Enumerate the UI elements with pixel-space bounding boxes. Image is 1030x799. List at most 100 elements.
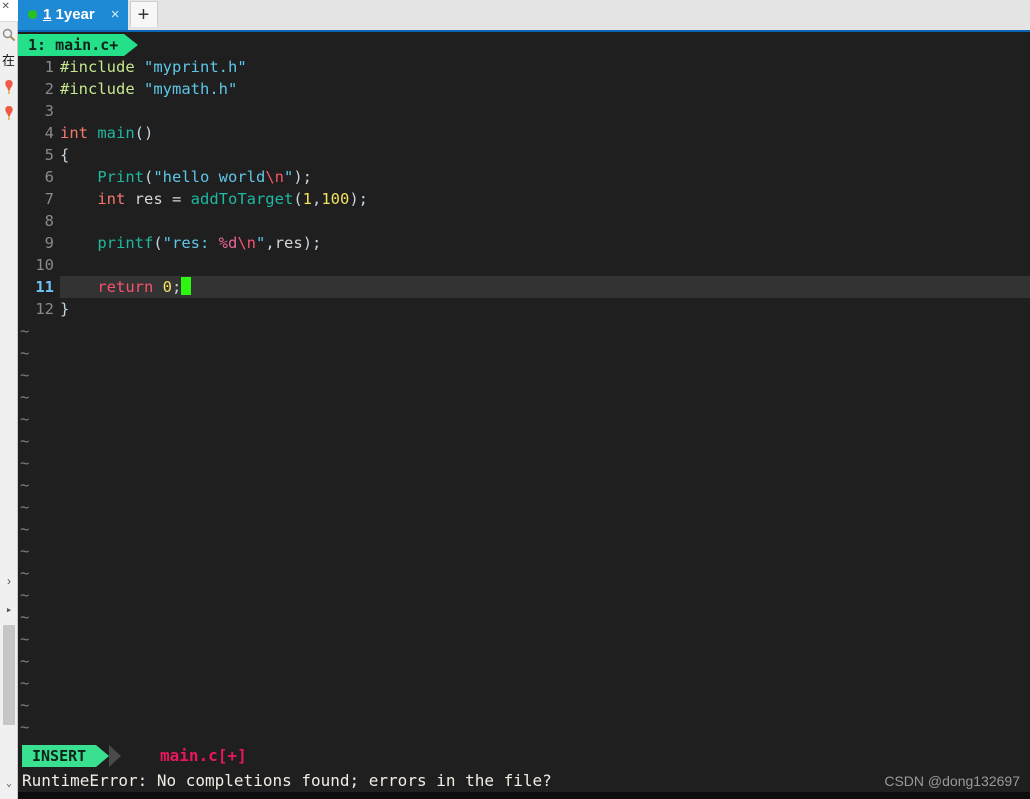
code-line[interactable]: 10 — [18, 254, 1030, 276]
tab-status-dot — [28, 9, 37, 19]
code-token: ( — [144, 168, 154, 186]
code-line[interactable]: 12} — [18, 298, 1030, 320]
code-token: printf — [97, 234, 154, 252]
tab-label: 1year — [55, 5, 95, 23]
pin-icon-2[interactable] — [0, 100, 18, 126]
code-token: ); — [349, 190, 369, 208]
code-line[interactable]: 3 — [18, 100, 1030, 122]
line-content: printf("res: %d\n",res); — [60, 234, 321, 252]
browser-tab-bar: 1 1year × + — [18, 0, 1030, 32]
line-number: 1 — [44, 58, 54, 76]
code-line[interactable]: 4 int main() — [18, 122, 1030, 144]
code-token: 0 — [162, 278, 173, 296]
rail-scrollbar-thumb[interactable] — [3, 625, 15, 725]
code-token: Print — [97, 168, 144, 186]
mode-badge-insert: INSERT — [22, 745, 97, 767]
empty-line-marker: ~ — [20, 498, 30, 516]
empty-line-marker: ~ — [20, 366, 30, 384]
empty-line-marker: ~ — [20, 432, 30, 450]
tab-1year[interactable]: 1 1year × — [18, 0, 128, 30]
code-token: "hello world — [153, 168, 266, 186]
line-content: return 0; — [60, 277, 192, 296]
empty-line-markers: ~ ~ ~ ~ ~ ~ ~ ~ ~ ~ ~ ~ ~ ~ ~ ~ ~ ~ ~ — [18, 320, 1030, 738]
cjk-glyph: 在 — [1, 53, 15, 69]
code-token: () — [134, 124, 154, 142]
line-number: 7 — [44, 190, 54, 208]
line-content: Print("hello world\n"); — [60, 168, 312, 186]
rail-close-area[interactable]: ✕ — [0, 0, 18, 22]
cjk-character-icon[interactable]: 在 — [0, 48, 18, 74]
code-token: ); — [293, 168, 313, 186]
empty-line-marker: ~ — [20, 674, 30, 692]
empty-line-marker: ~ — [20, 696, 30, 714]
code-line[interactable]: 5{ — [18, 144, 1030, 166]
code-line[interactable]: 7 int res = addToTarget(1,100); — [18, 188, 1030, 210]
code-token: return — [97, 278, 154, 296]
status-error-message: RuntimeError: No completions found; erro… — [22, 771, 552, 790]
search-icon[interactable] — [0, 22, 18, 48]
code-token: \n — [237, 234, 257, 252]
code-token: ; — [172, 278, 182, 296]
close-icon[interactable]: × — [111, 7, 120, 22]
pin-icon-1[interactable] — [0, 74, 18, 100]
code-line[interactable]: 6 Print("hello world\n"); — [18, 166, 1030, 188]
code-token: %d — [218, 234, 238, 252]
code-token: #include — [60, 58, 135, 76]
expand-panel-icon[interactable]: › — [0, 570, 18, 592]
empty-line-marker: ~ — [20, 454, 30, 472]
code-token: , — [265, 234, 275, 252]
tab-title: 1 1year — [43, 6, 95, 23]
code-token: ( — [153, 234, 163, 252]
new-tab-button[interactable]: + — [129, 1, 158, 27]
line-number: 9 — [44, 234, 54, 252]
vim-editor-window: ✕ 在 › ▸ ⌄ 1 1year × + 1: main.c+ 1 #incl… — [0, 0, 1030, 799]
line-number: 5 — [44, 146, 54, 164]
code-token: int — [97, 190, 126, 208]
empty-line-marker: ~ — [20, 476, 30, 494]
code-line[interactable]: 8 — [18, 210, 1030, 232]
line-content: int main() — [60, 124, 153, 142]
empty-line-marker: ~ — [20, 652, 30, 670]
line-number: 12 — [35, 300, 54, 318]
buffer-tab-main-c[interactable]: 1: main.c+ — [18, 34, 125, 56]
line-content: #include "myprint.h" — [60, 58, 247, 76]
code-token: res — [274, 234, 303, 252]
line-content: int res = addToTarget(1,100); — [60, 190, 368, 208]
empty-line-marker: ~ — [20, 520, 30, 538]
code-token: "myprint.h" — [144, 58, 247, 76]
empty-line-marker: ~ — [20, 344, 30, 362]
code-token: "res: — [162, 234, 219, 252]
code-line[interactable]: 1 #include "myprint.h" — [18, 56, 1030, 78]
chevron-down-icon[interactable]: ⌄ — [0, 773, 18, 793]
line-number: 6 — [44, 168, 54, 186]
line-number: 3 — [44, 102, 54, 120]
code-token: #include — [60, 80, 135, 98]
mode-badge-arrow-secondary-icon — [109, 745, 121, 767]
code-token: 1 — [302, 190, 312, 208]
cursor-arrow-icon: ▸ — [5, 602, 13, 616]
mode-badge-arrow-icon — [96, 745, 109, 767]
code-token: , — [312, 190, 322, 208]
close-icon[interactable]: ✕ — [2, 2, 10, 12]
code-token: 100 — [321, 190, 350, 208]
line-number: 10 — [35, 256, 54, 274]
buffer-tabline: 1: main.c+ — [18, 34, 1030, 56]
line-content: { — [60, 146, 69, 164]
code-token: ( — [293, 190, 303, 208]
code-token: int — [60, 124, 88, 142]
code-token: { — [60, 146, 70, 164]
code-line[interactable]: 2 #include "mymath.h" — [18, 78, 1030, 100]
empty-line-marker: ~ — [20, 630, 30, 648]
code-line[interactable]: 9 printf("res: %d\n",res); — [18, 232, 1030, 254]
code-line[interactable]: 11 return 0; — [18, 276, 1030, 298]
editor-pane[interactable]: 1: main.c+ 1 #include "myprint.h" 2 #includ… — [18, 34, 1030, 743]
code-token: main — [97, 124, 135, 142]
code-lines[interactable]: 1 #include "myprint.h" 2 #include "mymath.h… — [18, 56, 1030, 320]
empty-line-marker: ~ — [20, 388, 30, 406]
watermark: CSDN @dong132697 — [884, 773, 1020, 789]
